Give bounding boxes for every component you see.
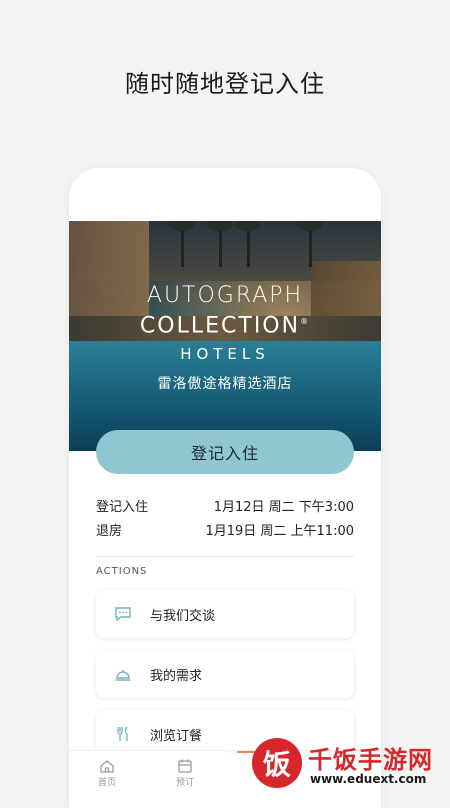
hotel-brand: AUTOGRAPH COLLECTION® HOTELS 雷洛傲途格精选酒店 <box>69 283 381 393</box>
hotel-name: 雷洛傲途格精选酒店 <box>157 376 293 393</box>
action-requests[interactable]: 我的需求 <box>96 650 354 698</box>
tab-home[interactable]: 首页 <box>77 757 137 789</box>
watermark-url: www.eduext.com <box>310 772 427 786</box>
brand-registered: ® <box>300 317 311 326</box>
watermark-title: 千饭手游网 <box>308 746 433 774</box>
checkin-value: 1月12日 周二 下午3:00 <box>213 500 354 515</box>
headline: 随时随地登记入住 <box>125 70 325 98</box>
action-label: 浏览订餐 <box>150 728 203 744</box>
brand-line-1: AUTOGRAPH <box>146 283 304 308</box>
tab-booking[interactable]: 预订 <box>155 757 215 789</box>
action-label: 我的需求 <box>150 668 203 684</box>
checkin-label: 登记入住 <box>96 500 149 515</box>
check-in-button[interactable]: 登记入住 <box>96 430 354 474</box>
checkout-label: 退房 <box>96 524 123 539</box>
tab-label: 预订 <box>175 778 194 788</box>
home-icon <box>77 757 137 775</box>
checkout-row: 退房 1月19日 周二 上午11:00 <box>96 520 354 544</box>
watermark-logo: 饭 <box>252 738 302 788</box>
checkout-value: 1月19日 周二 上午11:00 <box>205 524 354 539</box>
phone-frame: AUTOGRAPH COLLECTION® HOTELS 雷洛傲途格精选酒店 登… <box>69 168 381 808</box>
tab-label: 首页 <box>97 778 116 788</box>
divider <box>96 556 354 557</box>
checkin-row: 登记入住 1月12日 周二 下午3:00 <box>96 496 354 520</box>
brand-line-2: COLLECTION® <box>139 313 311 339</box>
calendar-icon <box>155 757 215 775</box>
actions-header: ACTIONS <box>96 566 148 577</box>
action-label: 与我们交谈 <box>150 608 216 624</box>
hotel-hero-image: AUTOGRAPH COLLECTION® HOTELS 雷洛傲途格精选酒店 <box>69 221 381 451</box>
chat-bubble-icon <box>114 605 132 623</box>
brand-line-3: HOTELS <box>180 345 270 364</box>
fork-knife-icon <box>114 725 132 743</box>
service-bell-icon <box>114 665 132 683</box>
site-watermark: 饭 千饭手游网 www.eduext.com <box>252 738 448 794</box>
stay-dates: 登记入住 1月12日 周二 下午3:00 退房 1月19日 周二 上午11:00 <box>96 496 354 544</box>
action-chat[interactable]: 与我们交谈 <box>96 590 354 638</box>
